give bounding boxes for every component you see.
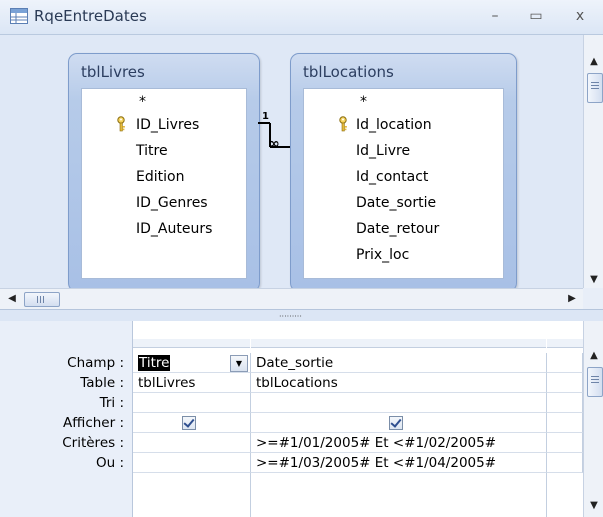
- column-selector[interactable]: [547, 339, 583, 348]
- grid-cell-ou[interactable]: [133, 453, 251, 473]
- field-item-date-retour[interactable]: Date_retour: [356, 216, 439, 242]
- primary-key-icon: [117, 116, 125, 132]
- table-box-tbllocations[interactable]: tblLocations * Id_location Id_Livre Id_c…: [290, 53, 517, 292]
- close-button[interactable]: x: [568, 6, 592, 26]
- field-item-id-auteurs[interactable]: ID_Auteurs: [136, 216, 212, 242]
- field-item-edition[interactable]: Edition: [136, 164, 184, 190]
- relationship-many-label: ∞: [268, 136, 280, 152]
- scroll-right-arrow-icon[interactable]: ▶: [562, 290, 582, 308]
- vertical-scrollbar-grid[interactable]: ▲ ▼: [583, 321, 603, 517]
- grid-row-labels: Champ : Table : Tri : Afficher : Critère…: [0, 321, 133, 517]
- field-list: * ID_Livres Titre Edition ID_Genres ID_A…: [81, 88, 247, 279]
- primary-key-icon: [339, 116, 347, 132]
- scroll-down-arrow-icon[interactable]: ▼: [584, 497, 603, 515]
- row-label-criteres: Critères :: [62, 435, 124, 451]
- scrollbar-thumb[interactable]: [24, 292, 60, 307]
- table-box-tbllivres[interactable]: tblLivres * ID_Livres Titre Edition ID_G…: [68, 53, 260, 292]
- row-label-table: Table :: [80, 375, 124, 391]
- show-checkbox[interactable]: [389, 416, 403, 430]
- splitter-grip-icon[interactable]: ·········: [279, 312, 302, 321]
- column-selector[interactable]: [133, 339, 250, 348]
- field-item-id-genres[interactable]: ID_Genres: [136, 190, 208, 216]
- grid-cell-tri[interactable]: [133, 393, 251, 413]
- scroll-left-arrow-icon[interactable]: ◀: [2, 290, 22, 308]
- dropdown-arrow-icon[interactable]: ▼: [230, 355, 248, 372]
- grid-cell-afficher[interactable]: [251, 413, 547, 433]
- field-item-id-location[interactable]: Id_location: [356, 112, 432, 138]
- horizontal-scrollbar-design[interactable]: ◀ ▶: [0, 288, 583, 309]
- title-bar: RqeEntreDates – ▭ x: [0, 0, 603, 35]
- grid-cell-criteres[interactable]: [133, 433, 251, 453]
- maximize-button[interactable]: ▭: [524, 6, 548, 26]
- grid-cell-criteres[interactable]: >=#1/01/2005# Et <#1/02/2005#: [251, 433, 547, 453]
- grid-cell-ou[interactable]: >=#1/03/2005# Et <#1/04/2005#: [251, 453, 547, 473]
- table-title[interactable]: tblLivres: [81, 63, 145, 81]
- grid-cell-champ[interactable]: Titre ▼: [133, 353, 251, 373]
- column-selector[interactable]: [251, 339, 546, 348]
- grid-cell-ou[interactable]: [547, 453, 583, 473]
- grid-cell-tri[interactable]: [547, 393, 583, 413]
- table-title[interactable]: tblLocations: [303, 63, 394, 81]
- row-label-tri: Tri :: [99, 395, 124, 411]
- grid-cell-empty[interactable]: [133, 473, 251, 517]
- field-item-prix-loc[interactable]: Prix_loc: [356, 242, 409, 268]
- row-label-afficher: Afficher :: [63, 415, 124, 431]
- show-checkbox[interactable]: [182, 416, 196, 430]
- scroll-up-arrow-icon[interactable]: ▲: [584, 347, 603, 365]
- field-item-date-sortie[interactable]: Date_sortie: [356, 190, 436, 216]
- scrollbar-thumb[interactable]: [587, 367, 603, 397]
- field-item-titre[interactable]: Titre: [136, 138, 168, 164]
- row-label-ou: Ou :: [95, 455, 124, 471]
- row-label-champ: Champ :: [67, 355, 124, 371]
- field-item-id-livres[interactable]: ID_Livres: [136, 112, 199, 138]
- field-item-id-livre[interactable]: Id_Livre: [356, 138, 410, 164]
- query-grid-pane: Champ : Table : Tri : Afficher : Critère…: [0, 321, 583, 517]
- field-list: * Id_location Id_Livre Id_contact Date_s…: [303, 88, 504, 279]
- scroll-up-arrow-icon[interactable]: ▲: [584, 53, 603, 71]
- grid-cell-tri[interactable]: [251, 393, 547, 413]
- query-design-pane[interactable]: tblLivres * ID_Livres Titre Edition ID_G…: [0, 35, 583, 300]
- field-item-id-contact[interactable]: Id_contact: [356, 164, 428, 190]
- grid-cell-afficher[interactable]: [547, 413, 583, 433]
- grid-cell-empty[interactable]: [251, 473, 547, 517]
- field-selected-value[interactable]: Titre: [138, 355, 171, 371]
- query-icon: [10, 8, 28, 24]
- window-title: RqeEntreDates: [34, 7, 147, 25]
- relationship-one-label: 1: [262, 111, 269, 122]
- grid-cell-afficher[interactable]: [133, 413, 251, 433]
- grid-cell-criteres[interactable]: [547, 433, 583, 453]
- scrollbar-thumb[interactable]: [587, 73, 603, 103]
- vertical-scrollbar-design[interactable]: ▲ ▼: [583, 35, 603, 288]
- grid-cell-table[interactable]: tblLocations: [251, 373, 547, 393]
- grid-cell-table[interactable]: tblLivres: [133, 373, 251, 393]
- grid-cell-champ[interactable]: [547, 353, 583, 373]
- grid-cell-table[interactable]: [547, 373, 583, 393]
- scroll-down-arrow-icon[interactable]: ▼: [584, 271, 603, 289]
- grid-cell-champ[interactable]: Date_sortie: [251, 353, 547, 373]
- minimize-button[interactable]: –: [483, 6, 507, 26]
